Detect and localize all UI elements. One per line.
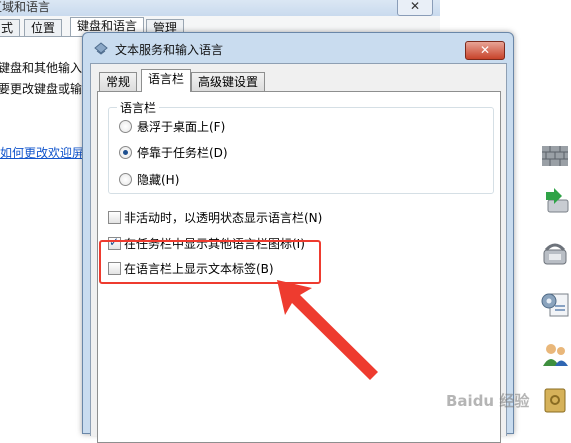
dialog-title: 文本服务和输入语言	[115, 43, 224, 57]
welcome-screen-link[interactable]: 如何更改欢迎屏	[0, 144, 84, 161]
checkbox-transparent-inactive-box[interactable]	[108, 211, 121, 224]
tab-language-bar[interactable]: 语言栏	[141, 69, 192, 92]
baidu-watermark: Baidu 经验	[446, 392, 530, 410]
region-language-close-button[interactable]: ✕	[397, 0, 433, 16]
tab-formats[interactable]: 式	[0, 19, 21, 36]
tab-general[interactable]: 常规	[99, 72, 138, 91]
radio-floating-label[interactable]: 悬浮于桌面上(F)	[137, 118, 225, 135]
radio-docked-taskbar-indicator[interactable]	[119, 146, 132, 159]
keyboards-description: 键盘和其他输入	[0, 61, 83, 75]
region-language-content: 键盘和其他输入 要更改键盘或输 如何更改欢迎屏	[0, 36, 84, 430]
keyboard-icon	[94, 42, 108, 55]
region-language-titlebar: 区域和语言 ✕	[0, 0, 440, 16]
firewall-icon[interactable]	[540, 142, 570, 170]
radio-floating-indicator[interactable]	[119, 120, 132, 133]
backup-icon[interactable]	[540, 188, 570, 216]
region-language-title: 区域和语言	[0, 0, 51, 14]
tab-advanced-key-settings[interactable]: 高级键设置	[191, 72, 266, 91]
language-bar-group: 语言栏 悬浮于桌面上(F) 停靠于任务栏(D) 隐藏(H)	[108, 99, 494, 194]
safe-icon[interactable]	[540, 386, 570, 414]
highlight-box	[99, 240, 321, 284]
radio-hidden-indicator[interactable]	[119, 173, 132, 186]
radio-docked-taskbar-label[interactable]: 停靠于任务栏(D)	[137, 144, 228, 161]
phone-modem-icon[interactable]	[540, 240, 570, 268]
settings-checklist-icon[interactable]	[540, 290, 570, 318]
radio-hidden-label[interactable]: 隐藏(H)	[137, 171, 179, 188]
text-services-dialog: 文本服务和输入语言 ✕ 常规 语言栏 高级键设置 语言栏 悬浮于桌面上(F) 停…	[82, 32, 514, 443]
tab-location[interactable]: 位置	[24, 19, 63, 36]
dialog-close-button[interactable]: ✕	[465, 41, 505, 60]
dialog-titlebar[interactable]: 文本服务和输入语言 ✕	[83, 33, 513, 63]
checkbox-transparent-inactive-label[interactable]: 非活动时，以透明状态显示语言栏(N)	[124, 209, 322, 226]
change-keyboard-description: 要更改键盘或输	[0, 82, 83, 96]
user-accounts-icon[interactable]	[540, 340, 570, 368]
language-bar-group-label: 语言栏	[117, 99, 160, 116]
